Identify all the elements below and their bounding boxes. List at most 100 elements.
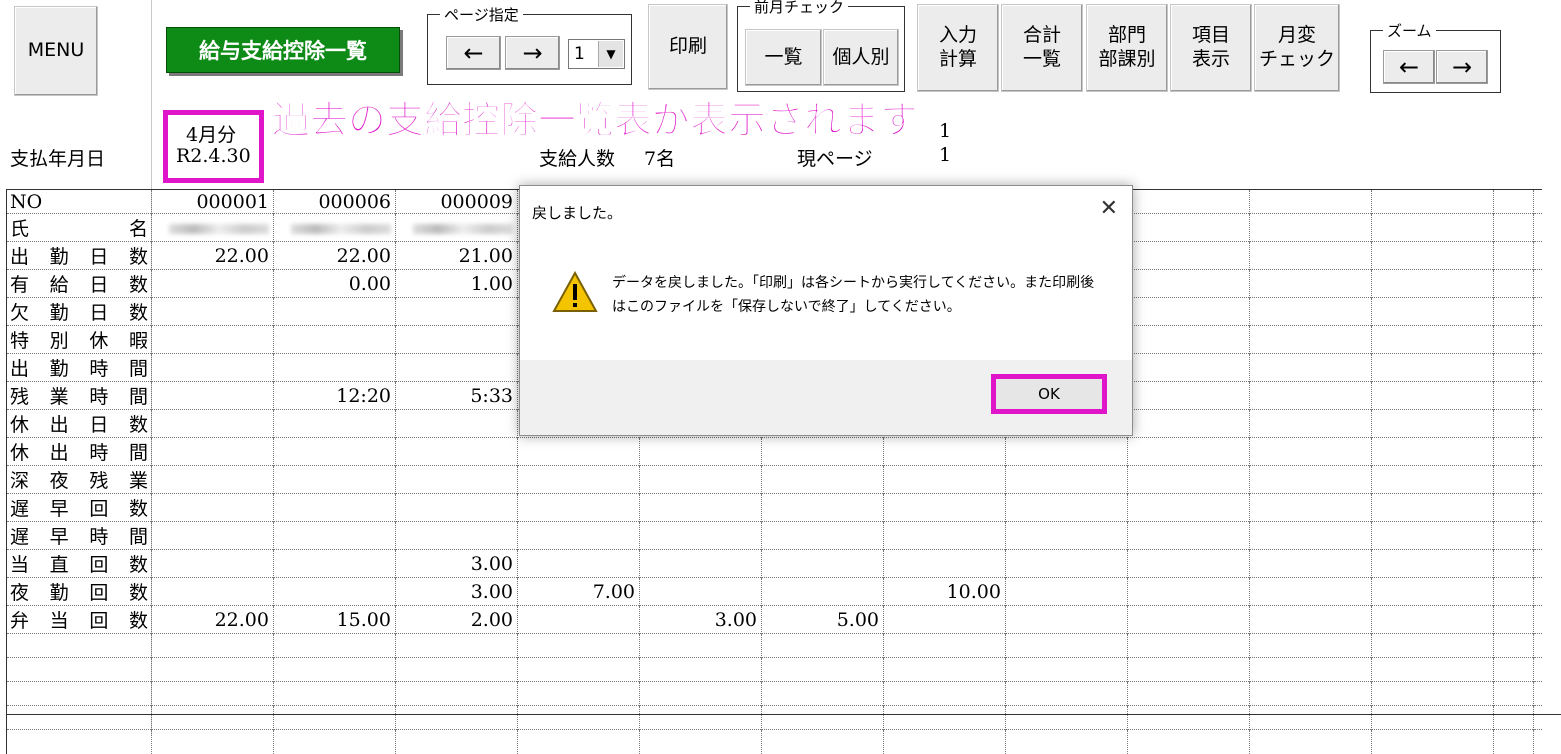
table-cell[interactable]: 5:33 xyxy=(395,381,518,410)
table-cell[interactable] xyxy=(151,493,274,522)
table-cell[interactable] xyxy=(1127,465,1250,494)
table-cell[interactable] xyxy=(1249,521,1372,550)
table-cell[interactable] xyxy=(1127,437,1250,466)
table-cell[interactable] xyxy=(395,657,518,682)
table-cell[interactable] xyxy=(1371,549,1494,578)
table-cell[interactable] xyxy=(761,577,884,606)
table-cell[interactable] xyxy=(1005,605,1128,634)
table-cell[interactable] xyxy=(883,729,1006,754)
table-cell[interactable] xyxy=(1371,729,1494,754)
table-cell[interactable] xyxy=(761,549,884,578)
table-cell[interactable] xyxy=(761,493,884,522)
table-cell[interactable] xyxy=(395,409,518,438)
table-cell[interactable] xyxy=(761,729,884,754)
table-cell[interactable] xyxy=(1493,409,1534,438)
table-cell[interactable] xyxy=(1533,493,1542,522)
table-cell[interactable] xyxy=(273,549,396,578)
table-cell[interactable] xyxy=(1493,657,1534,682)
table-cell[interactable] xyxy=(883,705,1006,730)
table-cell[interactable] xyxy=(1371,353,1494,382)
table-cell[interactable] xyxy=(1005,633,1128,658)
input-calc-button[interactable]: 入力 計算 xyxy=(917,4,999,92)
table-cell[interactable] xyxy=(1371,381,1494,410)
table-cell[interactable] xyxy=(1493,353,1534,382)
table-cell[interactable] xyxy=(639,681,762,706)
table-cell[interactable] xyxy=(1249,189,1372,214)
table-cell[interactable] xyxy=(1249,681,1372,706)
table-cell[interactable] xyxy=(395,681,518,706)
page-dropdown[interactable]: 1 ▼ xyxy=(568,39,625,69)
table-cell[interactable] xyxy=(1005,577,1128,606)
table-cell[interactable] xyxy=(1127,657,1250,682)
table-cell[interactable] xyxy=(639,705,762,730)
table-cell[interactable] xyxy=(1249,381,1372,410)
table-cell[interactable] xyxy=(1371,189,1494,214)
table-cell[interactable]: 10.00 xyxy=(883,577,1006,606)
table-cell[interactable] xyxy=(1371,465,1494,494)
table-cell[interactable] xyxy=(761,657,884,682)
table-cell[interactable] xyxy=(1127,325,1250,354)
table-cell[interactable] xyxy=(1127,381,1250,410)
table-cell[interactable] xyxy=(1533,681,1542,706)
table-cell[interactable] xyxy=(1005,705,1128,730)
table-cell[interactable] xyxy=(1533,353,1542,382)
table-cell[interactable] xyxy=(639,493,762,522)
table-cell[interactable] xyxy=(395,493,518,522)
table-cell[interactable] xyxy=(1005,681,1128,706)
table-cell[interactable] xyxy=(1371,241,1494,270)
table-cell[interactable] xyxy=(1249,465,1372,494)
ok-button[interactable]: OK xyxy=(991,374,1107,414)
table-cell[interactable] xyxy=(1533,241,1542,270)
table-cell[interactable]: 5.00 xyxy=(761,605,884,634)
table-cell[interactable] xyxy=(517,521,640,550)
table-cell[interactable] xyxy=(1493,577,1534,606)
table-cell[interactable] xyxy=(1249,269,1372,298)
table-cell[interactable]: 12:20 xyxy=(273,381,396,410)
table-cell[interactable] xyxy=(1533,269,1542,298)
table-cell[interactable] xyxy=(1005,729,1128,754)
table-cell[interactable] xyxy=(1371,633,1494,658)
table-cell[interactable] xyxy=(151,269,274,298)
table-cell[interactable] xyxy=(1493,681,1534,706)
page-next-button[interactable]: → xyxy=(505,36,560,70)
table-cell[interactable] xyxy=(273,353,396,382)
table-cell[interactable] xyxy=(151,633,274,658)
total-list-button[interactable]: 合計 一覧 xyxy=(1001,4,1083,92)
table-cell[interactable]: 22.00 xyxy=(151,241,274,270)
table-cell[interactable] xyxy=(761,437,884,466)
table-cell[interactable] xyxy=(1249,605,1372,634)
table-cell[interactable] xyxy=(1127,493,1250,522)
table-cell[interactable] xyxy=(1371,297,1494,326)
table-cell[interactable] xyxy=(883,521,1006,550)
table-cell[interactable] xyxy=(1493,705,1534,730)
menu-button[interactable]: MENU xyxy=(14,6,98,96)
table-cell[interactable] xyxy=(1493,325,1534,354)
table-cell[interactable] xyxy=(1493,549,1534,578)
table-cell[interactable] xyxy=(1005,521,1128,550)
table-cell[interactable] xyxy=(273,729,396,754)
table-cell[interactable] xyxy=(395,705,518,730)
table-cell[interactable] xyxy=(639,465,762,494)
table-cell[interactable] xyxy=(151,437,274,466)
individual-button[interactable]: 個人別 xyxy=(823,29,899,86)
table-cell[interactable] xyxy=(1493,605,1534,634)
table-cell[interactable] xyxy=(639,437,762,466)
table-cell[interactable] xyxy=(1249,325,1372,354)
table-cell[interactable] xyxy=(1249,705,1372,730)
table-cell[interactable] xyxy=(1493,213,1534,242)
table-cell[interactable] xyxy=(151,705,274,730)
table-cell[interactable] xyxy=(1249,437,1372,466)
table-cell[interactable] xyxy=(151,657,274,682)
table-cell[interactable] xyxy=(1249,409,1372,438)
table-cell[interactable] xyxy=(395,213,518,242)
table-cell[interactable] xyxy=(761,521,884,550)
table-cell[interactable] xyxy=(1493,521,1534,550)
table-cell[interactable] xyxy=(761,465,884,494)
table-cell[interactable]: 000006 xyxy=(273,189,396,214)
table-cell[interactable] xyxy=(517,657,640,682)
table-cell[interactable] xyxy=(1249,241,1372,270)
table-cell[interactable] xyxy=(273,681,396,706)
table-cell[interactable] xyxy=(1533,465,1542,494)
table-cell[interactable] xyxy=(517,633,640,658)
table-cell[interactable] xyxy=(1371,325,1494,354)
